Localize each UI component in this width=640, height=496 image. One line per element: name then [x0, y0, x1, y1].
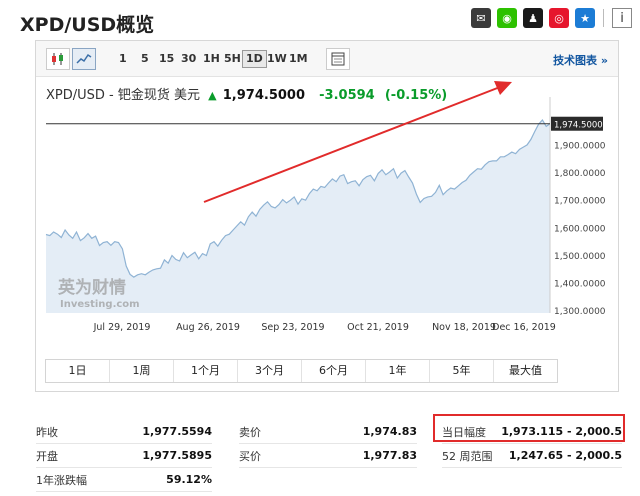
stat-prev-close: 昨收 1,977.5594 [36, 420, 212, 444]
watermark-en: Investing.com [60, 299, 140, 310]
wechat-icon[interactable]: ◉ [497, 8, 517, 28]
stat-open: 开盘 1,977.5895 [36, 444, 212, 468]
range-3mo[interactable]: 3个月 [238, 360, 302, 382]
range-1w[interactable]: 1周 [110, 360, 174, 382]
x-tick-label: Oct 21, 2019 [347, 322, 409, 333]
stat-label: 52 周范围 [442, 449, 493, 463]
stat-label: 开盘 [36, 449, 58, 463]
y-tick-label: 1,600.0000 [554, 224, 606, 234]
page-title: XPD/USD概览 [20, 14, 155, 36]
y-tick-label: 1,500.0000 [554, 252, 606, 262]
x-tick-label: Jul 29, 2019 [93, 322, 151, 333]
info-icon[interactable]: i [612, 8, 632, 28]
share-bar: ✉ ◉ ♟ ◎ ★ i [471, 8, 632, 28]
y-tick-label: 1,700.0000 [554, 197, 606, 207]
current-price-label: 1,974.5000 [554, 121, 603, 131]
stat-ask: 买价 1,977.83 [239, 444, 417, 468]
range-1d[interactable]: 1日 [46, 360, 110, 382]
x-tick-label: Aug 26, 2019 [176, 322, 240, 333]
info-glyph: i [620, 10, 624, 26]
stat-value: 1,247.65 - 2,000.5 [508, 449, 622, 462]
stat-label: 1年涨跌幅 [36, 473, 87, 487]
stat-value: 1,974.83 [362, 425, 417, 438]
watermark-cn: 英为财情 [58, 277, 126, 298]
range-1y[interactable]: 1年 [366, 360, 430, 382]
email-icon[interactable]: ✉ [471, 8, 491, 28]
stat-value: 1,977.83 [362, 449, 417, 462]
y-tick-label: 1,400.0000 [554, 280, 606, 290]
qzone-glyph: ★ [580, 11, 590, 25]
stat-value: 59.12% [166, 473, 212, 486]
stat-label: 买价 [239, 449, 261, 463]
stat-52w-range: 52 周范围 1,247.65 - 2,000.5 [442, 444, 622, 468]
range-selector: 1日 1周 1个月 3个月 6个月 1年 5年 最大值 [45, 359, 558, 383]
stat-bid: 卖价 1,974.83 [239, 420, 417, 444]
weibo-icon[interactable]: ◎ [549, 8, 569, 28]
range-5y[interactable]: 5年 [430, 360, 494, 382]
qq-glyph: ♟ [528, 11, 538, 25]
y-tick-label: 1,300.0000 [554, 307, 606, 317]
stat-value: 1,977.5594 [142, 425, 212, 438]
price-chart[interactable]: 1,300.0000 1,400.0000 1,500.0000 1,600.0000… [36, 41, 620, 359]
x-tick-label: Sep 23, 2019 [261, 322, 324, 333]
y-tick-label: 1,800.0000 [554, 169, 606, 179]
chart-widget: 1 5 15 30 1H 5H 1D 1W 1M 技术图表 » XPD/USD … [35, 40, 619, 392]
day-range-highlight [433, 414, 625, 442]
weibo-glyph: ◎ [554, 11, 564, 25]
qq-icon[interactable]: ♟ [523, 8, 543, 28]
x-tick-label: Dec 16, 2019 [492, 322, 556, 333]
wechat-glyph: ◉ [502, 11, 512, 25]
x-tick-label: Nov 18, 2019 [432, 322, 496, 333]
y-tick-label: 1,900.0000 [554, 141, 606, 151]
email-glyph: ✉ [476, 11, 486, 25]
range-1mo[interactable]: 1个月 [174, 360, 238, 382]
stat-value: 1,977.5895 [142, 449, 212, 462]
range-6mo[interactable]: 6个月 [302, 360, 366, 382]
share-separator [603, 9, 604, 27]
qzone-icon[interactable]: ★ [575, 8, 595, 28]
stat-label: 昨收 [36, 425, 58, 439]
stat-1y-change: 1年涨跌幅 59.12% [36, 468, 212, 492]
stat-label: 卖价 [239, 425, 261, 439]
range-max[interactable]: 最大值 [494, 360, 557, 382]
